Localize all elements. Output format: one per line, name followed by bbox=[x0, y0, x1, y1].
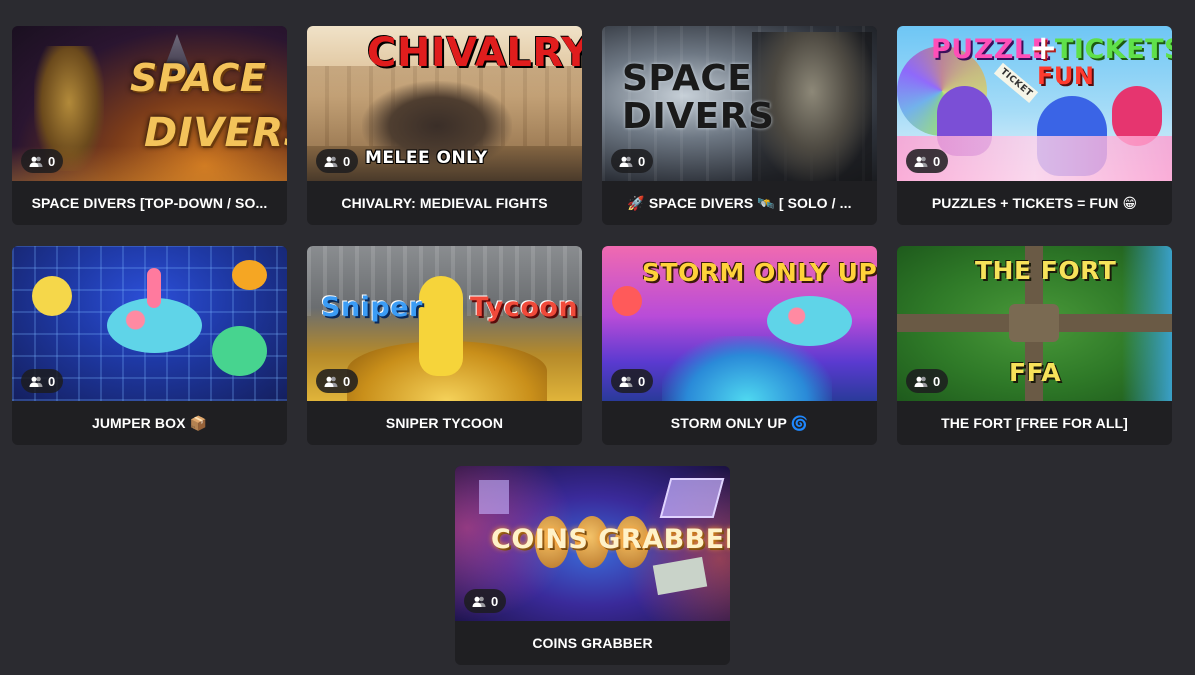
thumbnail: SPACE DIVERS 0 bbox=[602, 26, 877, 181]
thumbnail-title: SPACE bbox=[622, 58, 753, 99]
people-icon bbox=[619, 376, 633, 387]
experience-title: JUMPER BOX 📦 bbox=[91, 414, 208, 431]
thumbnail-title: FUN bbox=[1037, 62, 1095, 90]
people-icon bbox=[914, 156, 928, 167]
thumbnail: CHIVALRY MELEE ONLY 0 bbox=[307, 26, 582, 181]
experience-title: 🚀 SPACE DIVERS 🛰️ [ SOLO / ... bbox=[627, 194, 852, 211]
thumbnail: COINS GRABBER 0 bbox=[455, 466, 730, 621]
player-count: 0 bbox=[933, 153, 941, 169]
player-count: 0 bbox=[491, 593, 499, 609]
player-count-badge: 0 bbox=[611, 369, 654, 393]
thumbnail-title: COINS GRABBER bbox=[491, 524, 730, 555]
player-count: 0 bbox=[343, 373, 351, 389]
player-count-badge: 0 bbox=[316, 149, 359, 173]
thumbnail-title: FFA bbox=[1009, 358, 1062, 387]
thumbnail-title: THE FORT bbox=[975, 256, 1117, 285]
experience-card[interactable]: COINS GRABBER 0 COINS GRABBER bbox=[455, 466, 730, 665]
experience-card[interactable]: STORM ONLY UP 0 STORM ONLY UP 🌀 bbox=[602, 246, 877, 445]
people-icon bbox=[29, 376, 43, 387]
player-count: 0 bbox=[48, 373, 56, 389]
thumbnail: STORM ONLY UP 0 bbox=[602, 246, 877, 401]
player-count: 0 bbox=[638, 153, 646, 169]
thumbnail: Sniper Tycoon 0 bbox=[307, 246, 582, 401]
experience-card[interactable]: 0 JUMPER BOX 📦 bbox=[12, 246, 287, 445]
people-icon bbox=[619, 156, 633, 167]
experience-card[interactable]: PUZZLE + TICKETS FUN TICKET 0 PUZZLES + … bbox=[897, 26, 1172, 225]
experience-title: COINS GRABBER bbox=[532, 635, 653, 651]
people-icon bbox=[324, 376, 338, 387]
thumbnail-title: TICKET bbox=[993, 62, 1039, 104]
experience-title: STORM ONLY UP 🌀 bbox=[670, 414, 809, 431]
player-count-badge: 0 bbox=[906, 149, 949, 173]
player-count-badge: 0 bbox=[464, 589, 507, 613]
player-count-badge: 0 bbox=[611, 149, 654, 173]
experience-card[interactable]: Sniper Tycoon 0 SNIPER TYCOON bbox=[307, 246, 582, 445]
thumbnail-title: TICKETS bbox=[1055, 34, 1172, 65]
thumbnail-title: CHIVALRY bbox=[367, 30, 582, 76]
thumbnail-title: MELEE ONLY bbox=[365, 148, 488, 168]
thumbnail-title: DIVERS bbox=[144, 110, 287, 156]
player-count: 0 bbox=[933, 373, 941, 389]
people-icon bbox=[914, 376, 928, 387]
thumbnail-title: DIVERS bbox=[622, 96, 775, 137]
thumbnail: SPACE DIVERS 0 bbox=[12, 26, 287, 181]
thumbnail-title: Tycoon bbox=[470, 292, 579, 323]
people-icon bbox=[324, 156, 338, 167]
experience-card[interactable]: SPACE DIVERS 0 SPACE DIVERS [TOP-DOWN / … bbox=[12, 26, 287, 225]
player-count-badge: 0 bbox=[316, 369, 359, 393]
player-count: 0 bbox=[48, 153, 56, 169]
thumbnail-title: SPACE bbox=[130, 56, 267, 100]
thumbnail-title: Sniper bbox=[321, 292, 423, 323]
thumbnail: PUZZLE + TICKETS FUN TICKET 0 bbox=[897, 26, 1172, 181]
experience-title: THE FORT [FREE FOR ALL] bbox=[941, 415, 1128, 431]
experience-title: CHIVALRY: MEDIEVAL FIGHTS bbox=[341, 195, 548, 211]
player-count: 0 bbox=[343, 153, 351, 169]
experience-grid: SPACE DIVERS 0 SPACE DIVERS [TOP-DOWN / … bbox=[0, 0, 1195, 675]
experience-title: SNIPER TYCOON bbox=[385, 415, 504, 431]
experience-card[interactable]: CHIVALRY MELEE ONLY 0 CHIVALRY: MEDIEVAL… bbox=[307, 26, 582, 225]
experience-card[interactable]: THE FORT FFA 0 THE FORT [FREE FOR ALL] bbox=[897, 246, 1172, 445]
experience-title: PUZZLES + TICKETS = FUN 😁 bbox=[931, 194, 1138, 211]
people-icon bbox=[29, 156, 43, 167]
player-count: 0 bbox=[638, 373, 646, 389]
player-count-badge: 0 bbox=[21, 369, 64, 393]
player-count-badge: 0 bbox=[21, 149, 64, 173]
people-icon bbox=[472, 596, 486, 607]
thumbnail: THE FORT FFA 0 bbox=[897, 246, 1172, 401]
thumbnail-title: STORM ONLY UP bbox=[642, 258, 877, 287]
player-count-badge: 0 bbox=[906, 369, 949, 393]
experience-card[interactable]: SPACE DIVERS 0 🚀 SPACE DIVERS 🛰️ [ SOLO … bbox=[602, 26, 877, 225]
thumbnail: 0 bbox=[12, 246, 287, 401]
experience-title: SPACE DIVERS [TOP-DOWN / SO... bbox=[31, 195, 268, 211]
